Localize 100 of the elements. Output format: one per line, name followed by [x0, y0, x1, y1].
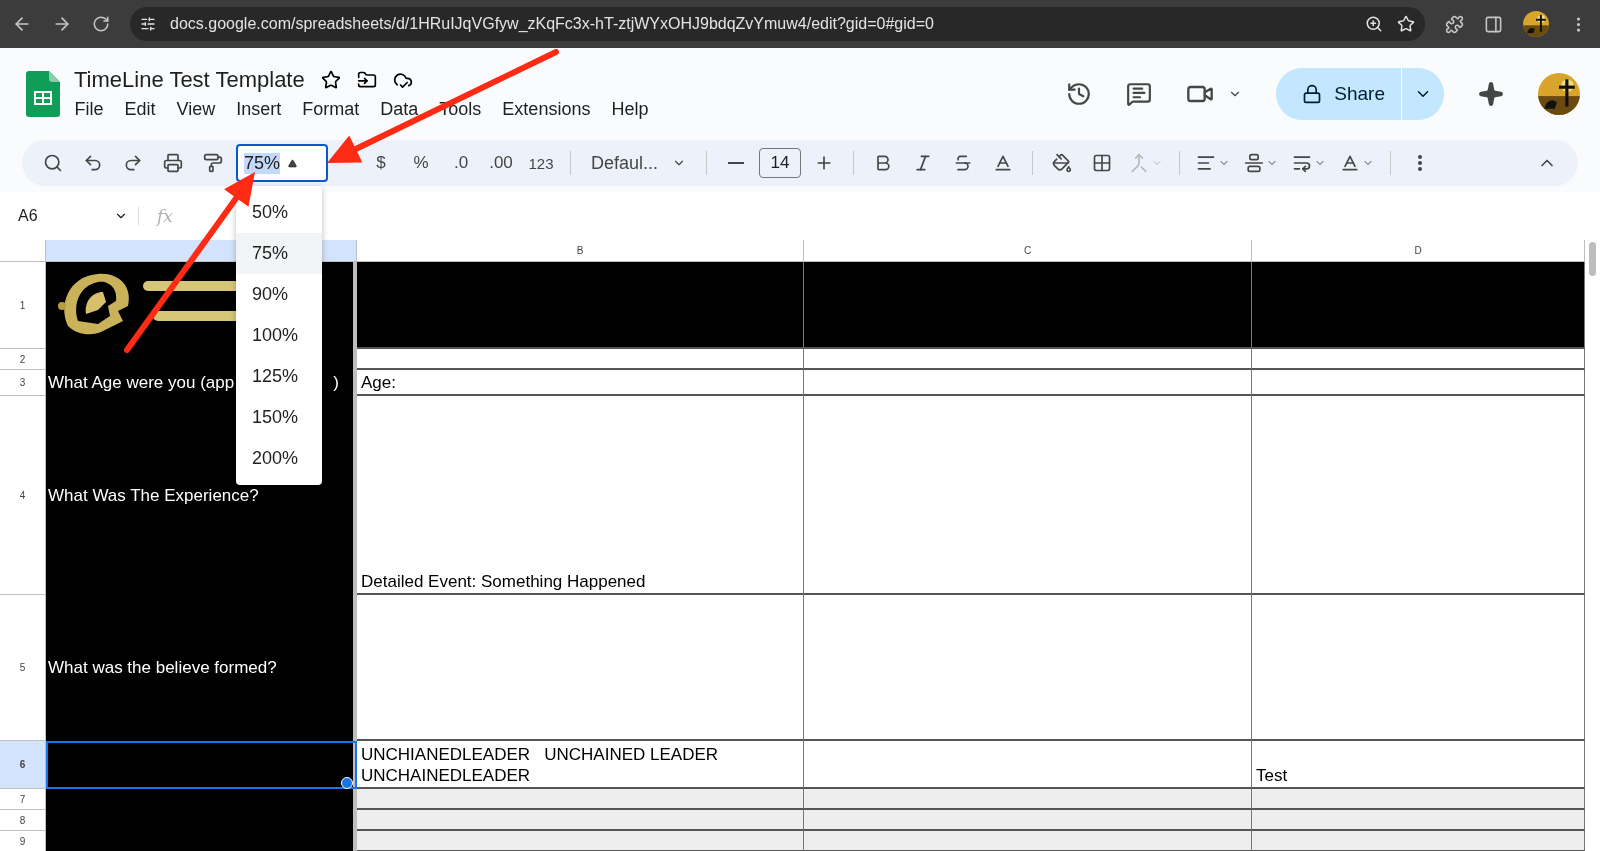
table-cell[interactable] [357, 262, 804, 349]
zoom-icon[interactable] [1365, 15, 1383, 33]
lock-icon [1302, 84, 1323, 104]
table-cell[interactable] [46, 831, 357, 851]
row-header[interactable]: 7 [0, 789, 46, 810]
paint-roller-icon [203, 153, 223, 173]
table-cell[interactable] [46, 741, 357, 789]
table-cell[interactable]: What was the believe formed? [46, 595, 357, 741]
sparkle-icon[interactable] [1478, 81, 1504, 107]
table-cell[interactable]: Test [1252, 741, 1585, 789]
cell-text: Test [1256, 765, 1288, 786]
name-box[interactable]: A6 [18, 207, 139, 225]
menu-item[interactable]: 50% [236, 192, 322, 233]
cell-text: What Age were you (app [48, 373, 235, 393]
table-cell[interactable] [804, 349, 1252, 370]
menu-item[interactable]: 150% [236, 397, 322, 438]
format-button[interactable]: .0 [444, 147, 478, 179]
printer-icon [163, 153, 183, 173]
menu-item[interactable]: Edit [114, 96, 167, 122]
table-cell[interactable] [1252, 396, 1585, 595]
cell-text: What was the believe formed? [48, 658, 277, 678]
move-folder-icon[interactable] [356, 69, 377, 90]
table-cell[interactable] [804, 831, 1252, 851]
font-select[interactable]: Defaul... [583, 152, 695, 174]
cell-text: UNCHIANEDLEADER UNCHAINED LEADER UNCHAINEDLEADER [361, 744, 720, 786]
search-icon [43, 153, 63, 173]
table-cell[interactable] [357, 831, 804, 851]
table-cell[interactable] [804, 370, 1252, 396]
column-header[interactable]: B [357, 240, 804, 262]
caret-icon [288, 158, 298, 168]
cell-text: ) [333, 373, 339, 393]
table-cell[interactable]: Age: [357, 370, 804, 396]
row-header[interactable]: 4 [0, 396, 46, 595]
menu-item[interactable]: Help [600, 96, 659, 122]
table-cell[interactable] [804, 789, 1252, 810]
url-text: docs.google.com/spreadsheets/d/1HRuIJqVGfyw_zKqFc3x-hT-ztjWYxOHJ9bdqZvYmuw4/edit?gid=0#gid=0 [170, 15, 935, 33]
table-cell[interactable] [46, 789, 357, 810]
menu-item[interactable]: Extensions [491, 96, 601, 122]
format-button[interactable]: .00 [484, 147, 518, 179]
fill-handle[interactable] [341, 777, 353, 789]
table-cell[interactable] [1252, 262, 1585, 349]
redo-icon [123, 153, 143, 173]
table-cell[interactable] [804, 741, 1252, 789]
minus-icon [728, 162, 745, 164]
document-title[interactable]: TimeLine Test Template [74, 66, 305, 93]
spreadsheet-logo-icon[interactable] [26, 71, 60, 117]
menu-item[interactable]: Format [291, 96, 370, 122]
table-cell[interactable] [1252, 789, 1585, 810]
extensions-icon[interactable] [1445, 14, 1464, 34]
menu-item[interactable]: Insert [225, 96, 292, 122]
table-cell[interactable] [804, 396, 1252, 595]
panel-icon[interactable] [1484, 14, 1503, 34]
corner-cell[interactable] [0, 240, 46, 262]
table-cell[interactable]: UNCHIANEDLEADER UNCHAINED LEADER UNCHAINEDLEADER [357, 741, 804, 789]
table-cell[interactable] [1252, 810, 1585, 831]
table-cell[interactable] [357, 349, 804, 370]
site-info-icon[interactable] [140, 16, 156, 32]
menu-item[interactable]: 90% [236, 274, 322, 315]
menu-item[interactable]: 100% [236, 315, 322, 356]
row-header[interactable]: 1 [0, 262, 46, 349]
table-cell[interactable] [357, 595, 804, 741]
align-left-icon [1196, 153, 1217, 173]
column-header[interactable]: C [804, 240, 1252, 262]
table-cell[interactable] [804, 262, 1252, 349]
table-cell[interactable] [357, 810, 804, 831]
menu-item[interactable]: View [166, 96, 226, 122]
history-icon[interactable] [1066, 81, 1093, 107]
wrap-text-icon [1292, 153, 1313, 173]
row-header[interactable]: 8 [0, 810, 46, 831]
table-cell[interactable] [1252, 595, 1585, 741]
row-header[interactable]: 3 [0, 370, 46, 396]
zoom-select[interactable]: 75% [236, 144, 328, 182]
comment-icon[interactable] [1126, 81, 1153, 107]
format-button[interactable]: % [404, 147, 438, 179]
paint-bucket-icon [1052, 153, 1073, 173]
row-header[interactable]: 2 [0, 349, 46, 370]
reload-icon[interactable] [92, 15, 110, 33]
vertical-align-icon [1244, 153, 1265, 173]
row-header[interactable]: 5 [0, 595, 46, 741]
menu-item[interactable]: Data [369, 96, 429, 122]
table-cell[interactable] [804, 810, 1252, 831]
address-bar[interactable]: docs.google.com/spreadsheets/d/1HRuIJqVGfyw_zKqFc3x-hT-ztjWYxOHJ9bdqZvYmuw4/edit?gid=0#gid=0 [130, 7, 1425, 41]
menu-item[interactable]: File [64, 96, 114, 122]
star-icon[interactable] [1397, 15, 1415, 33]
format-button[interactable]: $ [364, 147, 398, 179]
table-cell[interactable] [357, 789, 804, 810]
table-cell[interactable] [1252, 831, 1585, 851]
font-size-field[interactable]: 14 [759, 148, 802, 178]
menu-item[interactable]: 200% [236, 438, 322, 479]
undo-icon [83, 153, 103, 173]
table-cell[interactable] [804, 595, 1252, 741]
row-header[interactable]: 6 [0, 741, 46, 789]
format-button[interactable]: 123 [524, 147, 558, 179]
cell-text: Age: [361, 372, 396, 393]
menu-item[interactable]: 75% [236, 233, 322, 274]
star-icon[interactable] [320, 69, 341, 90]
table-cell[interactable] [1252, 349, 1585, 370]
column-header[interactable]: D [1252, 240, 1585, 262]
table-cell[interactable] [1252, 370, 1585, 396]
table-cell[interactable]: Detailed Event: Something Happened [357, 396, 804, 595]
